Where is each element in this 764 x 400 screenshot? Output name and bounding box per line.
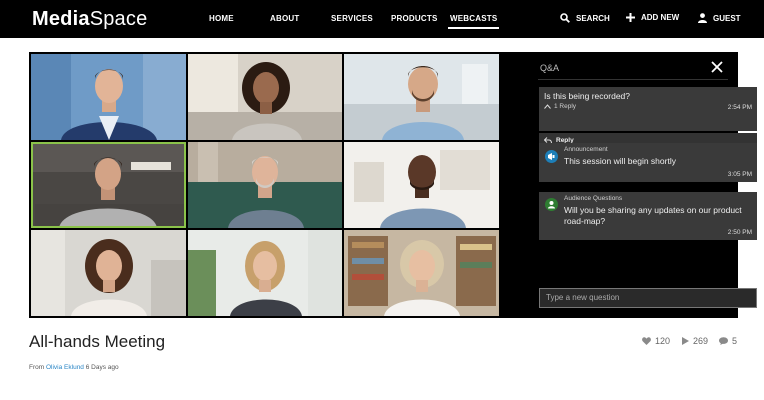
comments-value: 5 [732, 336, 738, 346]
participant-video[interactable] [344, 142, 499, 228]
plays-count: 269 [682, 336, 708, 346]
active-speaker-video[interactable] [31, 142, 186, 228]
qa-panel-title: Q&A [540, 63, 560, 73]
search-label: SEARCH [576, 13, 610, 23]
heart-icon [642, 337, 651, 345]
video-grid [31, 54, 528, 316]
user-avatar-icon [545, 198, 558, 211]
announcement-time: 3:05 PM [727, 171, 752, 178]
webcast-player: Q&A Is this being recorded? 1 Reply 2:54… [29, 52, 757, 318]
participant-video[interactable] [188, 230, 342, 316]
audience-question-text: Will you be sharing any updates on our p… [564, 205, 742, 226]
from-label: From [29, 364, 45, 371]
new-question-input[interactable]: Type a new question [539, 288, 757, 308]
comments-count[interactable]: 5 [719, 336, 737, 346]
mediaspace-logo[interactable]: MediaSpace [32, 8, 147, 31]
author-link[interactable]: Olivia Eklund [46, 364, 84, 371]
guest-menu[interactable]: GUEST [698, 13, 741, 23]
participant-video[interactable] [188, 142, 342, 228]
announcement-card: Announcement This session will begin sho… [539, 143, 757, 182]
close-icon[interactable] [710, 60, 724, 74]
audience-question-card: Audience Questions Will you be sharing a… [539, 192, 757, 240]
qa-panel: Q&A Is this being recorded? 1 Reply 2:54… [530, 54, 757, 316]
participant-video[interactable] [31, 230, 186, 316]
announcement-text: This session will begin shortly [564, 156, 676, 166]
logo-light-text: Space [89, 8, 148, 30]
media-meta: From Olivia Eklund 6 Days ago [29, 364, 119, 371]
guest-label: GUEST [713, 13, 741, 23]
nav-item-about[interactable]: ABOUT [270, 14, 299, 23]
nav-item-products[interactable]: PRODUCTS [391, 14, 438, 23]
plays-value: 269 [693, 336, 709, 346]
audience-questions-label: Audience Questions [564, 195, 623, 202]
announcement-label: Announcement [564, 146, 608, 153]
new-question-placeholder: Type a new question [546, 293, 620, 302]
nav-item-services[interactable]: SERVICES [331, 14, 373, 23]
likes-value: 120 [655, 336, 671, 346]
top-navigation: MediaSpace HOME ABOUT SERVICES PRODUCTS … [0, 0, 764, 38]
logo-bold-text: Media [32, 8, 90, 30]
media-title: All-hands Meeting [29, 332, 166, 351]
question-time: 2:54 PM [727, 104, 752, 111]
nav-item-home[interactable]: HOME [209, 14, 234, 23]
audience-question-time: 2:50 PM [727, 229, 752, 236]
likes-count[interactable]: 120 [642, 336, 670, 346]
media-age: 6 Days ago [85, 364, 119, 371]
play-icon [682, 337, 689, 345]
replies-toggle[interactable]: 1 Reply [544, 103, 576, 110]
search-button[interactable]: SEARCH [560, 13, 610, 23]
add-new-label: ADD NEW [641, 13, 680, 22]
nav-item-webcasts[interactable]: WEBCASTS [447, 14, 500, 29]
search-icon [560, 13, 570, 23]
question-text: Is this being recorded? [544, 91, 630, 101]
plus-icon [626, 13, 635, 22]
question-card[interactable]: Is this being recorded? 1 Reply 2:54 PM [539, 87, 757, 131]
megaphone-icon [545, 150, 558, 163]
participant-video[interactable] [188, 54, 342, 140]
comment-icon [719, 337, 728, 345]
participant-video[interactable] [344, 54, 499, 140]
qa-divider [538, 79, 728, 80]
chevron-up-icon [544, 104, 551, 109]
participant-video[interactable] [31, 54, 186, 140]
participant-video[interactable] [344, 230, 499, 316]
add-new-button[interactable]: ADD NEW [626, 13, 679, 22]
replies-count: 1 Reply [554, 103, 577, 110]
user-icon [698, 13, 707, 23]
